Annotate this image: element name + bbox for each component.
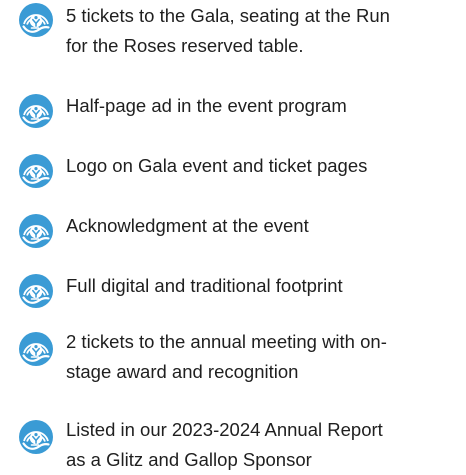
- benefit-item: Acknowledgment at the event: [0, 211, 466, 249]
- united-way-logo-icon: [18, 419, 54, 455]
- benefit-text: Full digital and traditional footprint: [66, 275, 343, 296]
- united-way-logo-icon: [18, 213, 54, 249]
- united-way-logo-icon: [18, 331, 54, 367]
- united-way-logo-icon: [18, 153, 54, 189]
- benefit-text: 5 tickets to the Gala, seating at the Ru…: [66, 5, 390, 56]
- benefit-text: Logo on Gala event and ticket pages: [66, 155, 368, 176]
- benefit-item: 2 tickets to the annual meeting with on-…: [0, 327, 466, 387]
- benefit-item: Logo on Gala event and ticket pages: [0, 151, 466, 189]
- benefit-text: Half-page ad in the event program: [66, 95, 347, 116]
- sponsor-benefits-list: 5 tickets to the Gala, seating at the Ru…: [0, 0, 466, 475]
- united-way-logo-icon: [18, 93, 54, 129]
- benefit-text: Listed in our 2023-2024 Annual Report as…: [66, 419, 383, 470]
- benefit-text: 2 tickets to the annual meeting with on-…: [66, 331, 387, 382]
- benefit-item: Full digital and traditional footprint: [0, 271, 466, 309]
- benefit-item: 5 tickets to the Gala, seating at the Ru…: [0, 1, 466, 61]
- benefit-item: Listed in our 2023-2024 Annual Report as…: [0, 415, 466, 475]
- benefit-item: Half-page ad in the event program: [0, 91, 466, 129]
- benefit-text: Acknowledgment at the event: [66, 215, 309, 236]
- united-way-logo-icon: [18, 273, 54, 309]
- united-way-logo-icon: [18, 2, 54, 38]
